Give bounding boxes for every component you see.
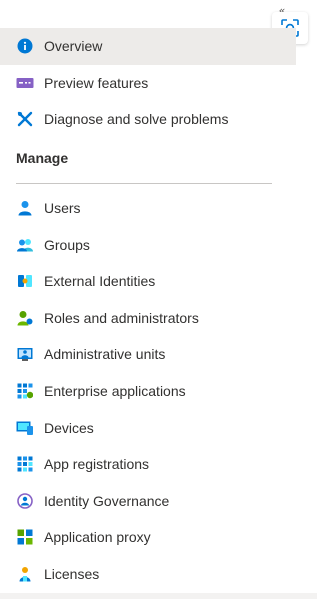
menu-item-label: Diagnose and solve problems — [44, 111, 229, 128]
menu-item-devices[interactable]: Devices — [0, 409, 296, 446]
menu-item-identity-governance[interactable]: Identity Governance — [0, 483, 296, 520]
identity-governance-icon — [16, 492, 34, 510]
administrative-units-icon — [16, 345, 34, 363]
menu-item-licenses[interactable]: Licenses — [0, 556, 296, 593]
menu-item-users[interactable]: Users — [0, 190, 296, 227]
devices-icon — [16, 419, 34, 437]
wrench-cross-icon — [16, 110, 34, 128]
menu-item-label: Application proxy — [44, 529, 151, 546]
resource-menu-panel: « Overview Preview features Diagnose and… — [0, 0, 317, 599]
user-icon — [16, 199, 34, 217]
section-header-manage: Manage — [16, 149, 69, 166]
menu-item-label: External Identities — [44, 273, 156, 290]
roles-icon — [16, 309, 34, 327]
menu-item-label: Preview features — [44, 74, 149, 91]
groups-icon — [16, 236, 34, 254]
menu-item-diagnose[interactable]: Diagnose and solve problems — [0, 101, 296, 138]
menu-item-roles[interactable]: Roles and administrators — [0, 300, 296, 337]
menu-item-label: Licenses — [44, 566, 100, 583]
section-divider — [16, 182, 272, 184]
menu-item-preview-features[interactable]: Preview features — [0, 65, 296, 102]
panel-bottom-edge — [0, 593, 317, 599]
menu-item-external-identities[interactable]: External Identities — [0, 263, 296, 300]
menu-item-label: Overview — [44, 38, 103, 55]
menu-item-label: Administrative units — [44, 346, 166, 363]
application-proxy-icon — [16, 528, 34, 546]
menu-item-overview[interactable]: Overview — [0, 28, 296, 65]
app-registrations-icon — [16, 455, 34, 473]
menu-item-app-registrations[interactable]: App registrations — [0, 446, 296, 483]
navigation-menu: Overview Preview features Diagnose and s… — [0, 28, 296, 592]
menu-item-enterprise-applications[interactable]: Enterprise applications — [0, 373, 296, 410]
enterprise-apps-icon — [16, 382, 34, 400]
menu-item-groups[interactable]: Groups — [0, 226, 296, 263]
menu-item-label: Roles and administrators — [44, 309, 199, 326]
menu-item-label: Users — [44, 200, 81, 217]
menu-item-label: Groups — [44, 236, 90, 253]
menu-item-application-proxy[interactable]: Application proxy — [0, 519, 296, 556]
info-icon — [16, 37, 34, 55]
menu-item-label: Identity Governance — [44, 492, 170, 509]
menu-item-label: Devices — [44, 419, 94, 436]
licenses-icon — [16, 565, 34, 583]
preview-features-icon — [16, 74, 34, 92]
menu-item-label: App registrations — [44, 456, 150, 473]
menu-item-administrative-units[interactable]: Administrative units — [0, 336, 296, 373]
menu-item-label: Enterprise applications — [44, 383, 186, 400]
external-identities-icon — [16, 272, 34, 290]
